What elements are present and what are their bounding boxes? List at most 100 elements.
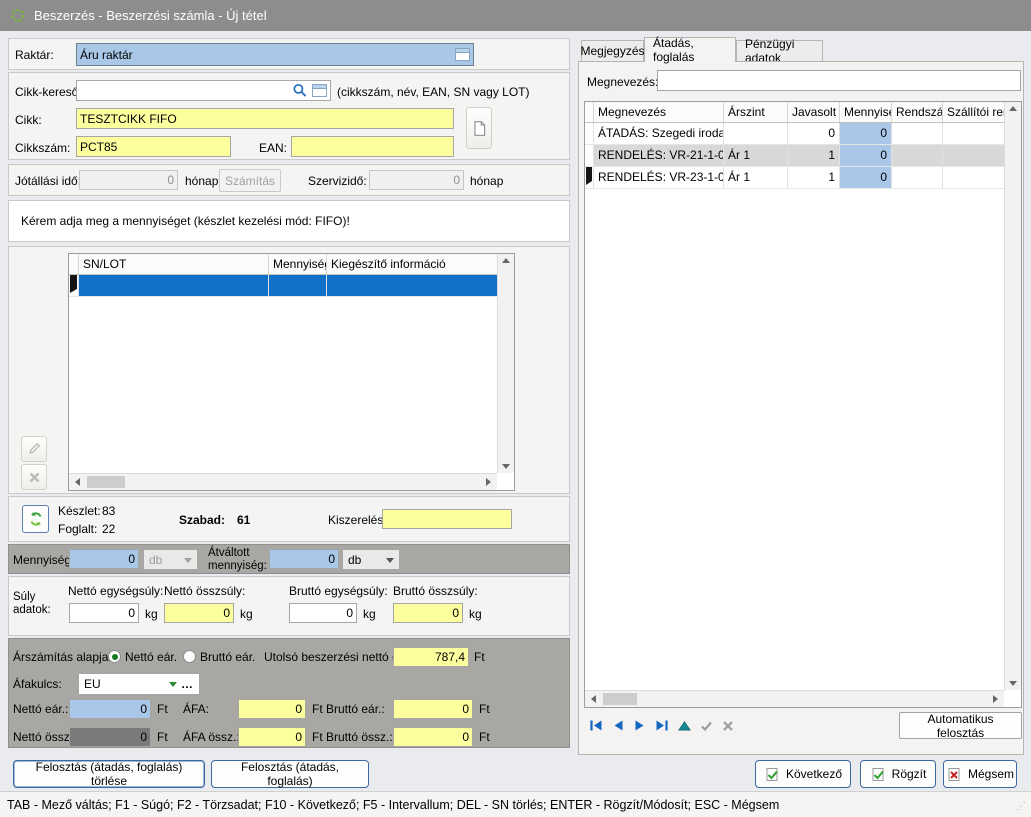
scroll-right-icon[interactable] xyxy=(486,478,495,486)
tab-atadas-foglalas[interactable]: Átadás, foglalás xyxy=(644,37,736,62)
item-search-input[interactable] xyxy=(77,81,288,100)
item-name-input[interactable] xyxy=(76,108,454,129)
delete-x-icon xyxy=(28,471,41,484)
scrollbar-thumb[interactable] xyxy=(87,476,125,488)
gross-price-radio[interactable] xyxy=(183,650,196,663)
weight-group-label: Súly adatok: xyxy=(13,591,61,617)
warehouse-field[interactable] xyxy=(76,43,474,66)
converted-unit-combo[interactable]: db xyxy=(342,549,400,570)
net-unit-weight-label: Nettó egységsúly: xyxy=(68,584,163,598)
quantity-unit-value: db xyxy=(149,553,180,567)
net-price-input[interactable] xyxy=(69,699,151,719)
snlot-table-header: SN/LOT Mennyiség Kiegészítő információ xyxy=(69,254,514,275)
refresh-icon xyxy=(28,511,44,527)
nav-prev-button[interactable] xyxy=(610,718,626,733)
message-box: Kérem adja meg a mennyiséget (készlet ke… xyxy=(8,200,570,242)
nav-post-button[interactable] xyxy=(698,718,714,733)
auto-split-button[interactable]: Automatikus felosztás xyxy=(899,712,1022,739)
tab-penzugyi-adatok[interactable]: Pénzügyi adatok xyxy=(736,40,823,62)
calculate-button: Számítás xyxy=(219,169,281,192)
ean-input[interactable] xyxy=(291,136,454,157)
nav-first-button[interactable] xyxy=(588,718,604,733)
edit-snlot-button[interactable] xyxy=(21,436,47,462)
scroll-right-icon[interactable] xyxy=(993,695,1002,703)
quantity-input[interactable] xyxy=(69,549,139,569)
cancel-button[interactable]: Mégsem xyxy=(943,760,1017,788)
table-row-selected[interactable]: RENDELÉS: VR-23-1-00009 Ár 1 1 0 xyxy=(585,167,1021,189)
gross-price-label: Bruttó eár.: xyxy=(326,702,385,716)
refresh-stock-button[interactable] xyxy=(22,505,49,533)
scroll-up-icon[interactable] xyxy=(1009,102,1017,111)
vat-input[interactable] xyxy=(238,699,306,719)
last-purchase-price-input[interactable] xyxy=(393,647,469,667)
vat-key-combo[interactable]: EU … xyxy=(78,673,200,695)
scroll-down-icon[interactable] xyxy=(502,464,510,473)
gross-total-weight-input[interactable] xyxy=(393,603,463,623)
gross-total-label: Bruttó össz.: xyxy=(326,730,393,744)
snlot-selected-row[interactable] xyxy=(69,275,514,297)
currency-label: Ft xyxy=(312,702,323,716)
delete-split-button[interactable]: Felosztás (átadás, foglalás) törlése xyxy=(13,760,205,788)
table-row[interactable]: ÁTADÁS: Szegedi iroda - Á 0 0 xyxy=(585,123,1021,145)
status-bar: TAB - Mező váltás; F1 - Súgó; F2 - Törzs… xyxy=(0,791,1031,817)
vat-total-input[interactable] xyxy=(238,727,306,747)
app-icon xyxy=(10,8,26,23)
gross-unit-weight-label: Bruttó egységsúly: xyxy=(289,584,388,598)
converted-quantity-input[interactable] xyxy=(269,549,339,569)
packaging-label: Kiszerelés: xyxy=(328,513,387,527)
scroll-left-icon[interactable] xyxy=(587,695,596,703)
quantity-unit-combo: db xyxy=(143,549,198,570)
net-total-weight-input[interactable] xyxy=(164,603,234,623)
net-total-weight-unit: kg xyxy=(240,607,253,621)
warranty-input xyxy=(79,170,178,190)
tab-megjegyzes[interactable]: Megjegyzés xyxy=(581,40,644,62)
nav-cancel-button[interactable] xyxy=(720,718,736,733)
next-button[interactable]: Következő xyxy=(755,760,851,788)
snlot-table: SN/LOT Mennyiség Kiegészítő információ xyxy=(68,253,515,491)
nav-next-button[interactable] xyxy=(632,718,648,733)
save-button[interactable]: Rögzít xyxy=(860,760,936,788)
item-search-lookup-icon[interactable] xyxy=(312,84,327,97)
application-window: Beszerzés - Beszerzési számla - Új tétel… xyxy=(0,0,1031,817)
item-number-label: Cikkszám: xyxy=(15,141,70,155)
service-time-label: Szervizidő: xyxy=(308,174,367,188)
split-button[interactable]: Felosztás (átadás, foglalás) xyxy=(211,760,369,788)
warehouse-lookup-icon[interactable] xyxy=(455,48,470,61)
designation-input[interactable] xyxy=(657,70,1021,91)
net-total-input xyxy=(69,727,151,747)
gross-unit-weight-input[interactable] xyxy=(289,603,357,623)
net-price-radio[interactable] xyxy=(108,650,121,663)
nav-edit-button[interactable] xyxy=(676,718,692,733)
net-unit-weight-input[interactable] xyxy=(69,603,139,623)
net-price-label: Nettó eár.: xyxy=(13,702,68,716)
vat-key-label: Áfakulcs: xyxy=(13,677,62,691)
scroll-down-icon[interactable] xyxy=(1009,681,1017,690)
warehouse-input[interactable] xyxy=(77,44,455,65)
transfer-table-header: Megnevezés Árszint Javasolt m Mennyiség … xyxy=(585,102,1021,123)
snlot-header-info: Kiegészítő információ xyxy=(327,254,514,274)
ellipsis-button[interactable]: … xyxy=(181,677,194,691)
gross-total-input[interactable] xyxy=(393,727,473,747)
search-icon[interactable] xyxy=(292,83,308,98)
snlot-horizontal-scrollbar[interactable] xyxy=(69,473,497,490)
resize-grip[interactable]: ⋰ xyxy=(1016,802,1028,814)
scroll-up-icon[interactable] xyxy=(502,254,510,263)
header-mennyiseg: Mennyiség xyxy=(840,102,892,122)
gross-price-input[interactable] xyxy=(393,699,473,719)
delete-snlot-button[interactable] xyxy=(21,464,47,490)
scrollbar-thumb[interactable] xyxy=(603,693,637,705)
stock-section: Készlet: 83 Foglalt: 22 Szabad: 61 Kisze… xyxy=(8,496,570,542)
nav-last-button[interactable] xyxy=(654,718,670,733)
item-search-field[interactable] xyxy=(76,80,331,101)
transfer-vertical-scrollbar[interactable] xyxy=(1004,102,1021,690)
table-row[interactable]: RENDELÉS: VR-21-1-00009 Ár 1 1 0 xyxy=(585,145,1021,167)
scroll-left-icon[interactable] xyxy=(71,478,80,486)
snlot-vertical-scrollbar[interactable] xyxy=(497,254,514,473)
transfer-horizontal-scrollbar[interactable] xyxy=(585,690,1004,707)
warehouse-section: Raktár: xyxy=(8,38,570,70)
item-number-input[interactable] xyxy=(76,136,231,157)
snlot-header-quantity: Mennyiség xyxy=(269,254,327,274)
designation-label: Megnevezés: xyxy=(587,75,658,89)
packaging-input[interactable] xyxy=(382,509,512,529)
new-item-button[interactable] xyxy=(466,107,492,149)
